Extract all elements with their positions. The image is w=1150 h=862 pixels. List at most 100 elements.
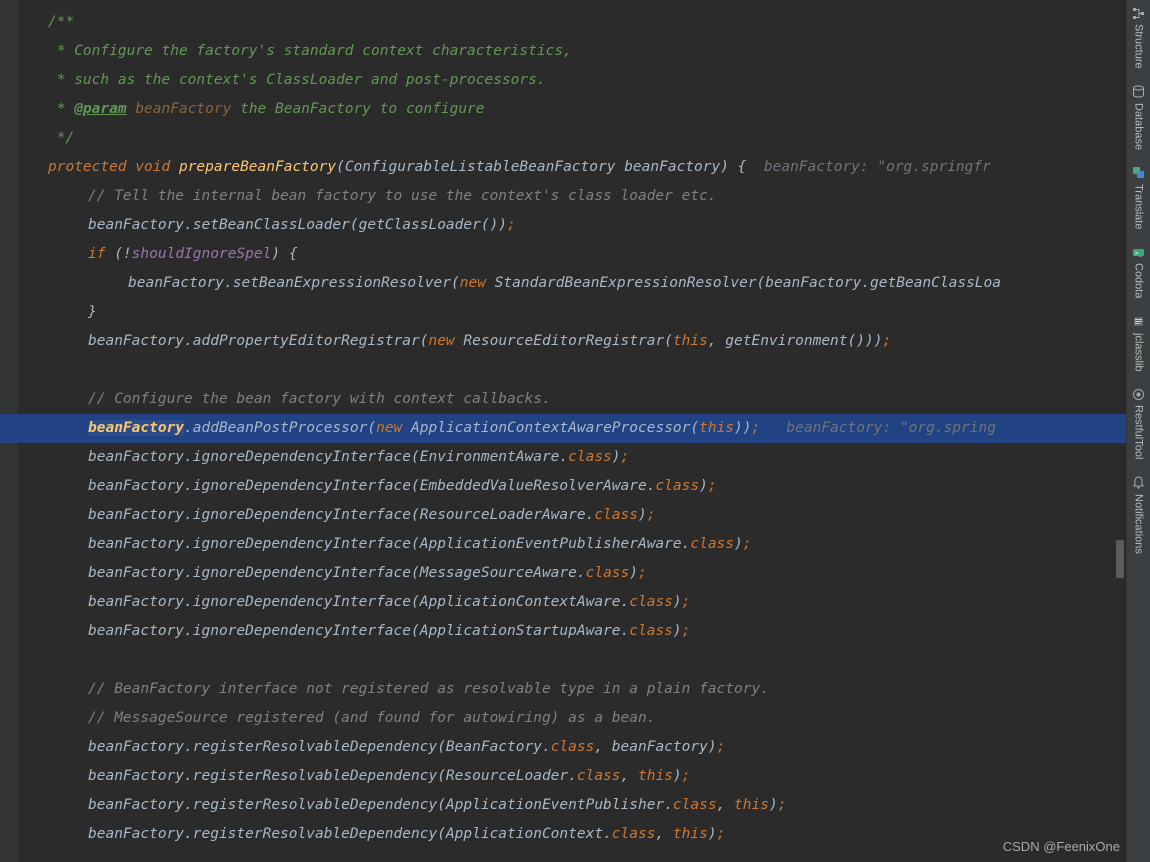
semicolon: ;: [647, 507, 656, 523]
tool-label: jclasslib: [1133, 333, 1145, 372]
code-text: ): [673, 768, 682, 784]
keyword: void: [127, 159, 179, 175]
keyword: class: [577, 768, 621, 784]
comment: // MessageSource registered (and found f…: [88, 710, 655, 726]
tool-label: RestfulTool: [1133, 405, 1145, 459]
code-text: beanFactory.ignoreDependencyInterface(Ap…: [88, 536, 690, 552]
semicolon: ;: [708, 478, 717, 494]
blank-line: [18, 356, 1126, 385]
code-text: }: [88, 304, 97, 320]
code-text: , beanFactory): [594, 739, 716, 755]
keyword-this: this: [638, 768, 673, 784]
code-text: beanFactory.registerResolvableDependency…: [88, 739, 551, 755]
semicolon: ;: [752, 420, 761, 436]
code-text: StandardBeanExpressionResolver(beanFacto…: [486, 275, 1001, 291]
code-text: )): [734, 420, 751, 436]
inline-hint: beanFactory: "org.springfr: [746, 159, 990, 175]
code-text: ): [638, 507, 647, 523]
tool-label: Database: [1133, 103, 1145, 150]
codota-icon: >_: [1132, 245, 1146, 259]
code-editor[interactable]: /** * Configure the factory's standard c…: [0, 0, 1126, 862]
code-text: .addBeanPostProcessor(: [184, 420, 376, 436]
structure-icon: [1132, 6, 1146, 20]
scrollbar-track[interactable]: [1114, 0, 1126, 862]
code-text: (!: [105, 246, 131, 262]
code-text: beanFactory.registerResolvableDependency…: [88, 768, 577, 784]
code-text: ): [734, 536, 743, 552]
code-content[interactable]: /** * Configure the factory's standard c…: [18, 0, 1126, 862]
tool-structure[interactable]: Structure: [1127, 0, 1150, 79]
svg-text:>_: >_: [1135, 250, 1143, 257]
comment: // Configure the bean factory with conte…: [88, 391, 551, 407]
keyword: new: [428, 333, 454, 349]
javadoc-tag: @param: [74, 101, 126, 117]
semicolon: ;: [778, 797, 787, 813]
keyword: protected: [48, 159, 127, 175]
bell-icon: [1132, 476, 1146, 490]
semicolon: ;: [507, 217, 516, 233]
keyword: class: [612, 826, 656, 842]
translate-icon: [1132, 166, 1146, 180]
semicolon: ;: [621, 449, 630, 465]
semicolon: ;: [682, 768, 691, 784]
code-text: beanFactory.registerResolvableDependency…: [88, 797, 673, 813]
method-params: (ConfigurableListableBeanFactory beanFac…: [336, 159, 746, 175]
semicolon: ;: [638, 565, 647, 581]
code-text: ResourceEditorRegistrar(: [455, 333, 673, 349]
semicolon: ;: [717, 826, 726, 842]
restful-icon: [1132, 387, 1146, 401]
code-text: beanFactory.ignoreDependencyInterface(Ap…: [88, 623, 629, 639]
keyword-this: this: [673, 826, 708, 842]
tool-codota[interactable]: >_ Codota: [1127, 239, 1150, 308]
field-ref: shouldIgnoreSpel: [132, 246, 272, 262]
javadoc-line: * Configure the factory's standard conte…: [48, 43, 572, 59]
code-text: beanFactory.ignoreDependencyInterface(Re…: [88, 507, 594, 523]
keyword: class: [629, 594, 673, 610]
tool-jclasslib[interactable]: jclasslib: [1127, 309, 1150, 382]
comment: // Tell the internal bean factory to use…: [88, 188, 717, 204]
database-icon: [1132, 85, 1146, 99]
keyword: class: [568, 449, 612, 465]
code-text: ): [769, 797, 778, 813]
semicolon: ;: [882, 333, 891, 349]
variable-ref: beanFactory: [88, 420, 184, 436]
tool-translate[interactable]: Translate: [1127, 160, 1150, 239]
code-text: beanFactory.registerResolvableDependency…: [88, 826, 612, 842]
keyword: class: [690, 536, 734, 552]
tool-database[interactable]: Database: [1127, 79, 1150, 160]
keyword: class: [629, 623, 673, 639]
highlighted-line[interactable]: beanFactory.addBeanPostProcessor(new App…: [18, 414, 1126, 443]
javadoc-line: * such as the context's ClassLoader and …: [48, 72, 546, 88]
code-text: beanFactory.ignoreDependencyInterface(En…: [88, 449, 568, 465]
code-text: ): [699, 478, 708, 494]
keyword: class: [655, 478, 699, 494]
keyword: class: [673, 797, 717, 813]
scrollbar-thumb[interactable]: [1116, 540, 1124, 578]
keyword-this: this: [673, 333, 708, 349]
jclasslib-icon: [1132, 315, 1146, 329]
semicolon: ;: [682, 594, 691, 610]
code-text: beanFactory.setBeanClassLoader(getClassL…: [88, 217, 507, 233]
method-name: prepareBeanFactory: [179, 159, 336, 175]
code-text: ) {: [271, 246, 297, 262]
semicolon: ;: [743, 536, 752, 552]
keyword: new: [460, 275, 486, 291]
code-text: ,: [621, 768, 638, 784]
inline-hint: beanFactory: "org.spring: [760, 420, 996, 436]
tool-notifications[interactable]: Notifications: [1127, 470, 1150, 564]
tool-restful[interactable]: RestfulTool: [1127, 381, 1150, 469]
code-text: ,: [655, 826, 672, 842]
code-text: beanFactory.setBeanExpressionResolver(: [128, 275, 460, 291]
code-text: beanFactory.ignoreDependencyInterface(Em…: [88, 478, 655, 494]
keyword-this: this: [699, 420, 734, 436]
tool-label: Translate: [1133, 184, 1145, 229]
javadoc-line: /**: [48, 14, 74, 30]
code-text: ApplicationContextAwareProcessor(: [402, 420, 699, 436]
javadoc-param: beanFactory: [127, 101, 232, 117]
code-text: beanFactory.addPropertyEditorRegistrar(: [88, 333, 428, 349]
scrollbar-highlight-mark: [1115, 424, 1125, 427]
code-text: ): [629, 565, 638, 581]
keyword-this: this: [734, 797, 769, 813]
blank-line: [18, 646, 1126, 675]
semicolon: ;: [717, 739, 726, 755]
